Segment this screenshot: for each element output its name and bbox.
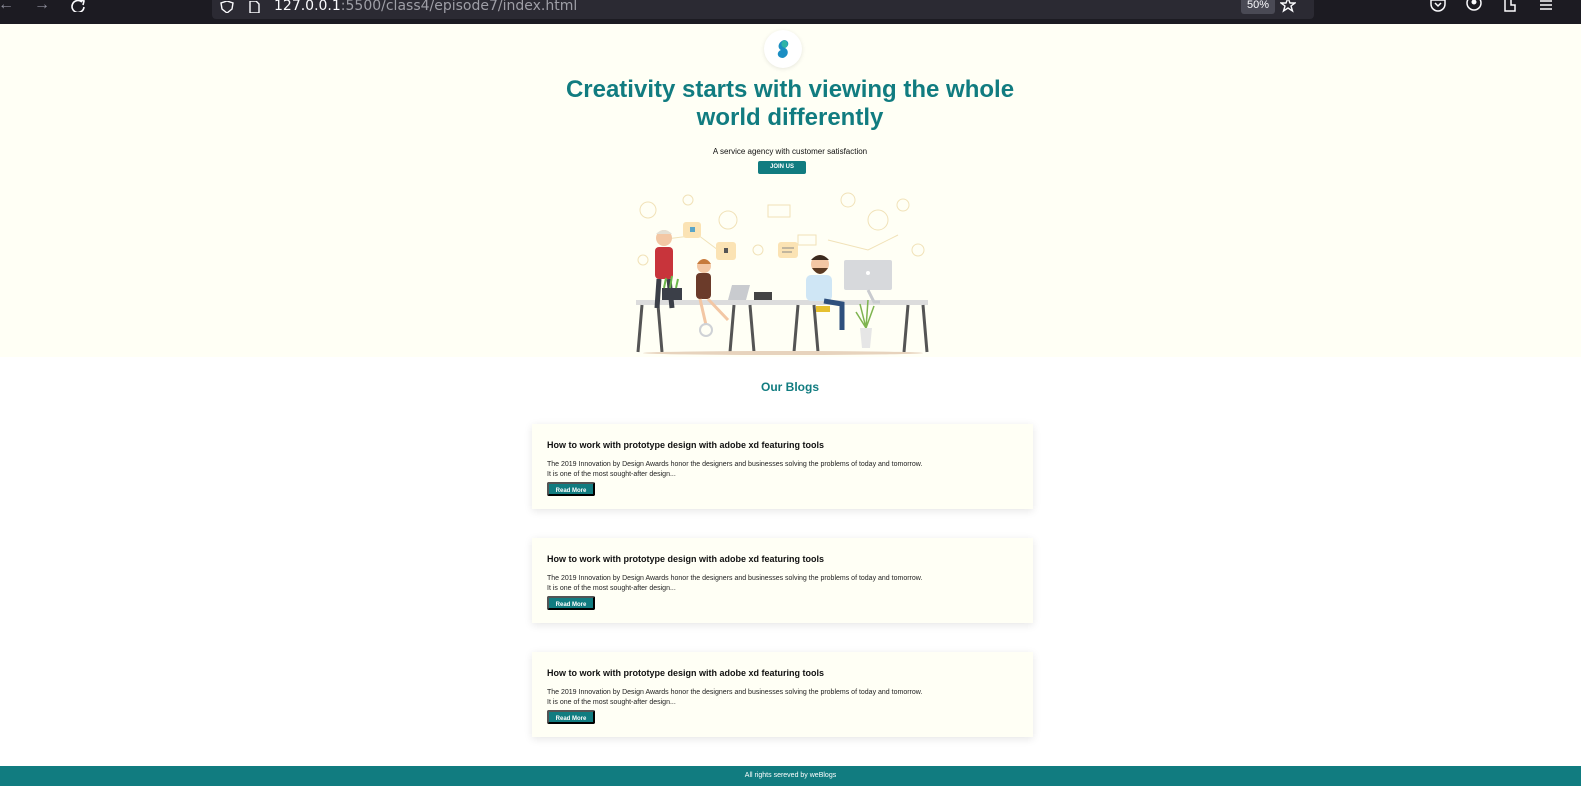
- account-icon[interactable]: [1466, 0, 1484, 14]
- blog-excerpt: The 2019 Innovation by Design Awards hon…: [547, 575, 923, 592]
- read-more-button[interactable]: Read More: [547, 596, 595, 610]
- blog-card: How to work with prototype design with a…: [532, 424, 1033, 509]
- extensions-icon[interactable]: [1502, 0, 1520, 14]
- back-icon[interactable]: ←: [0, 0, 16, 14]
- menu-icon[interactable]: [1538, 0, 1556, 14]
- hero-subtitle: A service agency with customer satisfact…: [712, 147, 868, 156]
- url-text[interactable]: 127.0.0.1:5500/class4/episode7/index.htm…: [274, 0, 577, 14]
- blog-title[interactable]: How to work with prototype design with a…: [547, 554, 824, 564]
- hero-section: Creativity starts with viewing the whole…: [0, 24, 1581, 357]
- blog-title[interactable]: How to work with prototype design with a…: [547, 440, 824, 450]
- page-icon[interactable]: [248, 0, 264, 14]
- bookmark-star-icon[interactable]: [1278, 0, 1298, 14]
- hero-title: Creativity starts with viewing the whole…: [565, 76, 1015, 131]
- browser-toolbar: ← → 127.0.0.1:5500/class4/episode7/index…: [0, 0, 1581, 24]
- blogs-heading: Our Blogs: [760, 380, 819, 394]
- address-bar[interactable]: 127.0.0.1:5500/class4/episode7/index.htm…: [212, 0, 1314, 19]
- zoom-level-badge[interactable]: 50%: [1241, 0, 1276, 14]
- blog-card: How to work with prototype design with a…: [532, 538, 1033, 623]
- pocket-icon[interactable]: [1430, 0, 1448, 14]
- blog-excerpt: The 2019 Innovation by Design Awards hon…: [547, 689, 923, 706]
- join-us-button[interactable]: JOIN US: [758, 161, 806, 174]
- reload-icon[interactable]: [68, 0, 88, 14]
- blog-title[interactable]: How to work with prototype design with a…: [547, 668, 824, 678]
- shield-icon[interactable]: [220, 0, 236, 14]
- site-logo[interactable]: [764, 30, 802, 68]
- blog-excerpt: The 2019 Innovation by Design Awards hon…: [547, 461, 923, 478]
- read-more-button[interactable]: Read More: [547, 482, 595, 496]
- page-content: Creativity starts with viewing the whole…: [0, 24, 1581, 801]
- read-more-button[interactable]: Read More: [547, 710, 595, 724]
- site-footer: All rights sereved by weBlogs: [0, 766, 1581, 786]
- office-team-illustration: [628, 180, 938, 355]
- blog-card: How to work with prototype design with a…: [532, 652, 1033, 737]
- forward-icon[interactable]: →: [32, 0, 52, 14]
